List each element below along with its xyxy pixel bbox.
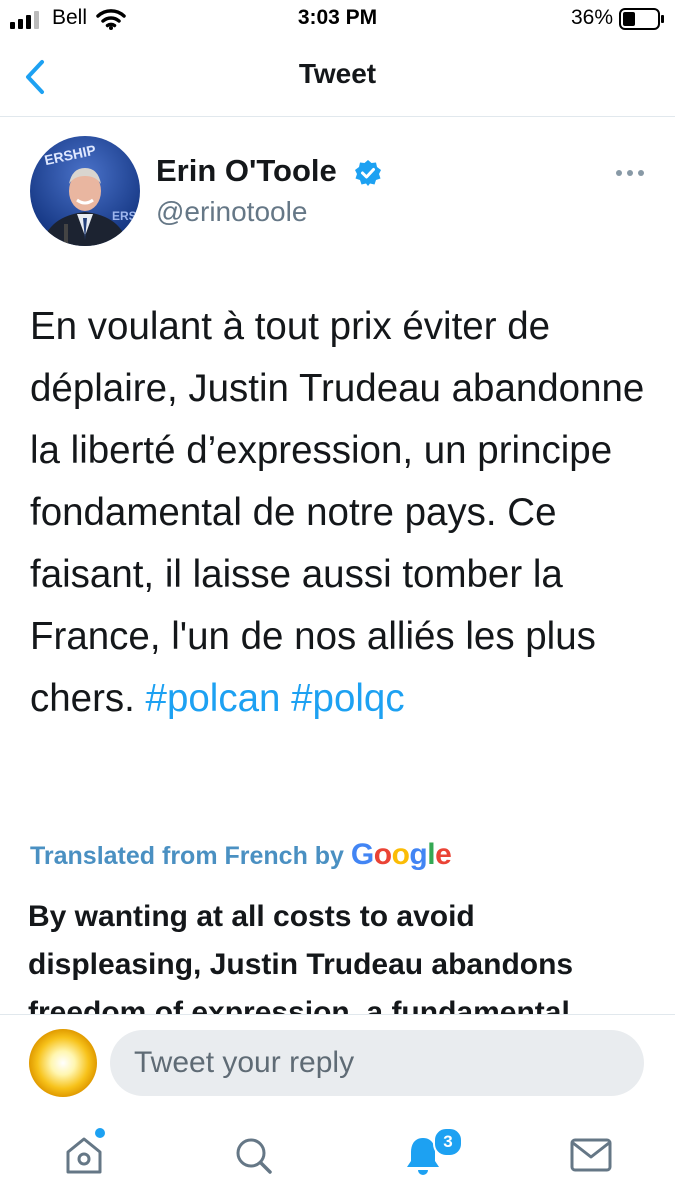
page-title: Tweet bbox=[298, 58, 377, 89]
reply-input[interactable] bbox=[110, 1030, 644, 1096]
search-icon[interactable] bbox=[234, 1136, 274, 1176]
translation-attribution: Translated from French by Google bbox=[30, 838, 452, 872]
tweet-text: En voulant à tout prix éviter de déplair… bbox=[30, 296, 650, 730]
home-icon[interactable] bbox=[64, 1134, 104, 1176]
notification-count-badge: 3 bbox=[433, 1127, 463, 1157]
google-logo: Google bbox=[350, 838, 452, 871]
svg-text:ERS: ERS bbox=[112, 209, 137, 223]
translation-text: By wanting at all costs to avoid displea… bbox=[28, 900, 574, 1015]
author-avatar[interactable]: ERSHIP ERS bbox=[30, 136, 140, 246]
translated-label: Translated from French by bbox=[30, 842, 344, 870]
hashtag-polqc[interactable]: #polqc bbox=[291, 677, 404, 720]
tweet-body: En voulant à tout prix éviter de déplair… bbox=[30, 305, 645, 720]
messages-envelope-icon[interactable] bbox=[570, 1138, 612, 1172]
hashtag-polcan[interactable]: #polcan bbox=[146, 677, 281, 720]
verified-badge-icon bbox=[355, 160, 381, 186]
translation-container: By wanting at all costs to avoid displea… bbox=[28, 893, 648, 1015]
more-options-icon[interactable] bbox=[614, 168, 646, 178]
battery-icon bbox=[619, 8, 664, 30]
author-handle[interactable]: @erinotoole bbox=[156, 196, 307, 228]
battery-percentage: 36% bbox=[571, 6, 614, 29]
author-name[interactable]: Erin O'Toole bbox=[156, 153, 337, 189]
sun-avatar-icon[interactable] bbox=[28, 1028, 98, 1098]
home-unread-dot bbox=[95, 1128, 105, 1138]
navigation-bar: Tweet bbox=[0, 38, 675, 117]
status-bar: Bell 3:03 PM 36% bbox=[0, 0, 675, 38]
